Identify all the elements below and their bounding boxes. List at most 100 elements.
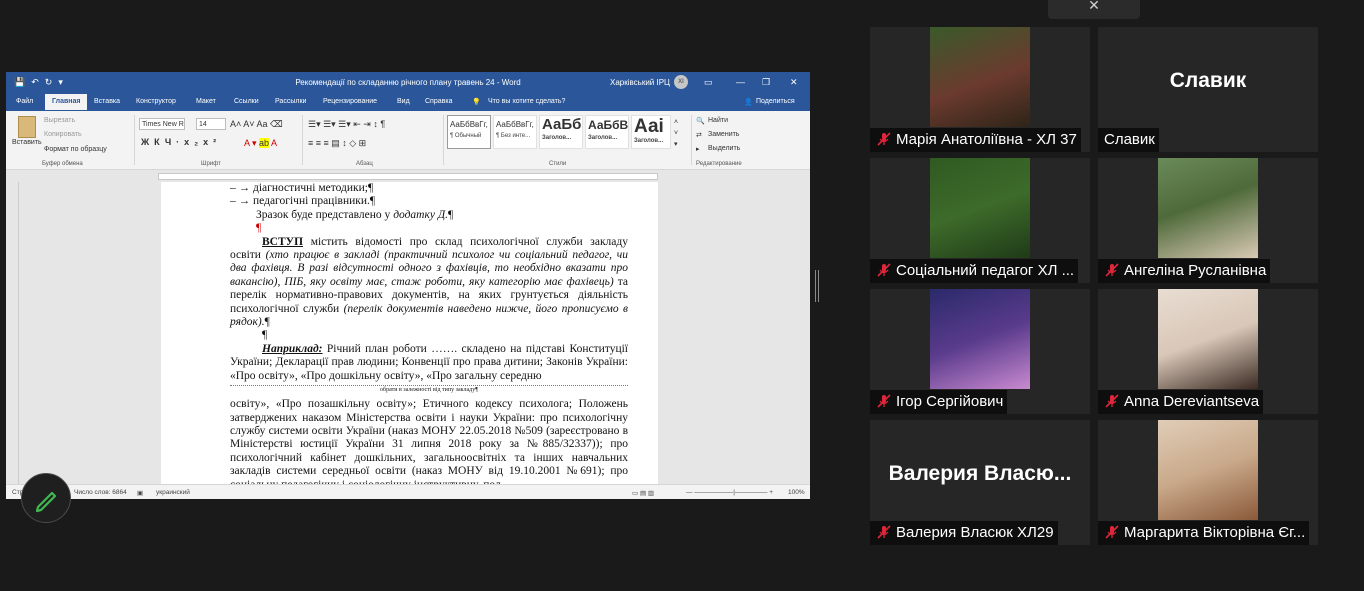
panel-splitter[interactable]: [815, 270, 819, 302]
cut-button[interactable]: Вырезать: [44, 117, 75, 124]
participant-name-text: Славик: [1104, 131, 1155, 148]
mic-off-icon: [877, 525, 891, 539]
text-run: ¶: [264, 316, 270, 329]
participant-tile[interactable]: Валерия Власю... Валерия Власюк ХЛ29: [870, 420, 1090, 545]
style-label: ¶ Без инте...: [496, 133, 531, 139]
select-button[interactable]: Выделить: [708, 145, 740, 152]
tab-mailings[interactable]: Рассылки: [275, 98, 306, 105]
copy-button[interactable]: Копировать: [44, 131, 82, 138]
format-painter-button[interactable]: Формат по образцу: [44, 146, 107, 153]
close-window-icon[interactable]: ✕: [790, 77, 798, 88]
select-icon[interactable]: ▸: [696, 145, 700, 153]
status-bar: Страница Число слов: 6864 ▣ украинский ▭…: [6, 484, 810, 499]
zoom-level[interactable]: 100%: [788, 489, 805, 496]
text-run: Зразок буде представлено у: [256, 208, 394, 221]
participant-tile[interactable]: Ангеліна Русланівна: [1098, 158, 1318, 283]
participant-name: Славик: [1098, 128, 1159, 152]
proofing-icon[interactable]: ▣: [137, 489, 143, 497]
paste-button[interactable]: Вставить: [12, 139, 42, 146]
font-color-icon[interactable]: A ▾ ab A: [244, 138, 277, 149]
clipboard-icon[interactable]: [18, 116, 36, 138]
pen-icon: [35, 491, 57, 513]
style-heading-2[interactable]: АаБбВ Заголов...: [585, 115, 629, 149]
share-icon[interactable]: 👤: [744, 98, 753, 106]
editing-group-label: Редактирование: [696, 161, 742, 167]
zoom-slider[interactable]: — ——————|————— +: [686, 489, 773, 496]
participant-video: [930, 289, 1030, 389]
tab-insert[interactable]: Вставка: [94, 98, 120, 105]
avatar[interactable]: ХІ: [674, 75, 688, 89]
replace-icon[interactable]: ⇄: [696, 131, 702, 139]
divider: [302, 115, 303, 165]
ruler-bar: [158, 173, 658, 180]
participant-tile[interactable]: Марія Анатоліївна - ХЛ 37: [870, 27, 1090, 152]
font-format-icons[interactable]: ЖКЧ·x₂x²: [141, 137, 221, 147]
find-icon[interactable]: 🔍: [696, 117, 705, 125]
vertical-ruler[interactable]: [6, 182, 19, 484]
font-grow-icon[interactable]: A˄ A˅ Aa ⌫: [230, 119, 283, 130]
style-label: Заголов...: [634, 138, 664, 144]
align-icons[interactable]: ≡ ≡ ≡ ▤ ↕ ◇ ⊞: [308, 138, 366, 149]
paragraph: освіту», «Про позашкільну освіту»; Етичн…: [230, 398, 628, 484]
mic-off-icon: [1105, 263, 1119, 277]
clipboard-group-label: Буфер обмена: [42, 161, 83, 167]
participant-name-text: Валерия Власюк ХЛ29: [896, 524, 1054, 541]
list-icons[interactable]: ☰▾ ☰▾ ☰▾ ⇤ ⇥ ↕ ¶: [308, 119, 385, 130]
participant-name: Соціальний педагог ХЛ ...: [870, 259, 1079, 283]
language-indicator[interactable]: украинский: [156, 489, 190, 496]
tab-design[interactable]: Конструктор: [136, 98, 176, 105]
view-mode-icons[interactable]: ▭ ▤ ▥: [632, 489, 654, 497]
style-heading-3[interactable]: Ааі Заголов...: [631, 115, 671, 149]
example-paragraph: Наприклад: Річний план роботи ……. складе…: [230, 343, 628, 383]
panel-handle[interactable]: ✕: [1048, 0, 1140, 19]
example-heading: Наприклад:: [262, 342, 323, 355]
styles-scroll-icon[interactable]: ˄ ˅ ▾: [674, 117, 678, 150]
tab-references[interactable]: Ссылки: [234, 98, 259, 105]
divider: [443, 115, 444, 165]
style-normal[interactable]: АаБбВвГг, ¶ Обычный: [447, 115, 491, 149]
participant-tile[interactable]: Соціальний педагог ХЛ ...: [870, 158, 1090, 283]
style-no-spacing[interactable]: АаБбВвГг, ¶ Без инте...: [493, 115, 537, 149]
document-page[interactable]: – → діагностичні методики;¶ – → педагогі…: [161, 182, 658, 484]
participant-name: Ангеліна Русланівна: [1098, 259, 1271, 283]
share-button[interactable]: Поделиться: [756, 98, 795, 105]
minimize-icon[interactable]: —: [736, 77, 745, 87]
mic-off-icon: [1105, 525, 1119, 539]
word-count[interactable]: Число слов: 6864: [74, 489, 127, 496]
intro-heading: ВСТУП: [262, 235, 304, 248]
tab-help[interactable]: Справка: [425, 98, 452, 105]
comment-note[interactable]: обрати в залежності від типу закладу¶: [230, 385, 628, 395]
participant-name: Валерия Власюк ХЛ29: [870, 521, 1058, 545]
restore-icon[interactable]: ❐: [762, 77, 770, 88]
participant-placeholder-name: Валерия Власю...: [888, 462, 1072, 485]
ribbon-display-icon[interactable]: ▭: [704, 77, 713, 88]
participant-name-text: Ігор Сергійович: [896, 393, 1004, 410]
participant-tile[interactable]: Маргарита Вікторівна Єг...: [1098, 420, 1318, 545]
tab-review[interactable]: Рецензирование: [323, 98, 377, 105]
shared-screen: 💾↶↻▾ Рекомендації по складанню річного п…: [6, 72, 810, 499]
user-name[interactable]: Харківський ІРЦ: [610, 78, 670, 87]
tab-layout[interactable]: Макет: [196, 98, 216, 105]
font-name-select[interactable]: Times New R: [139, 118, 185, 130]
participant-tile[interactable]: Ігор Сергійович: [870, 289, 1090, 414]
empty-paragraph: ¶: [256, 222, 262, 235]
intro-paragraph: ВСТУП містить відомості про склад психол…: [230, 236, 628, 330]
document-canvas: – → діагностичні методики;¶ – → педагогі…: [6, 182, 810, 484]
lightbulb-icon: 💡: [472, 99, 481, 106]
participant-tile[interactable]: Anna Dereviantseva: [1098, 289, 1318, 414]
horizontal-ruler[interactable]: [6, 170, 810, 182]
annotate-pen-button[interactable]: [21, 473, 71, 523]
find-button[interactable]: Найти: [708, 117, 728, 124]
tab-file[interactable]: Файл: [16, 98, 33, 105]
replace-button[interactable]: Заменить: [708, 131, 739, 138]
participant-video: [1158, 289, 1258, 389]
style-heading-1[interactable]: АаБб Заголов...: [539, 115, 583, 149]
tell-me-input[interactable]: Что вы хотите сделать?: [488, 98, 565, 105]
font-size-select[interactable]: 14: [196, 118, 226, 130]
divider: [134, 115, 135, 165]
close-icon[interactable]: ✕: [1088, 0, 1100, 13]
document-text[interactable]: – → діагностичні методики;¶ – → педагогі…: [230, 182, 628, 484]
participant-tile[interactable]: Славик Славик: [1098, 27, 1318, 152]
tab-view[interactable]: Вид: [397, 98, 410, 105]
tab-home[interactable]: Главная: [45, 94, 88, 110]
